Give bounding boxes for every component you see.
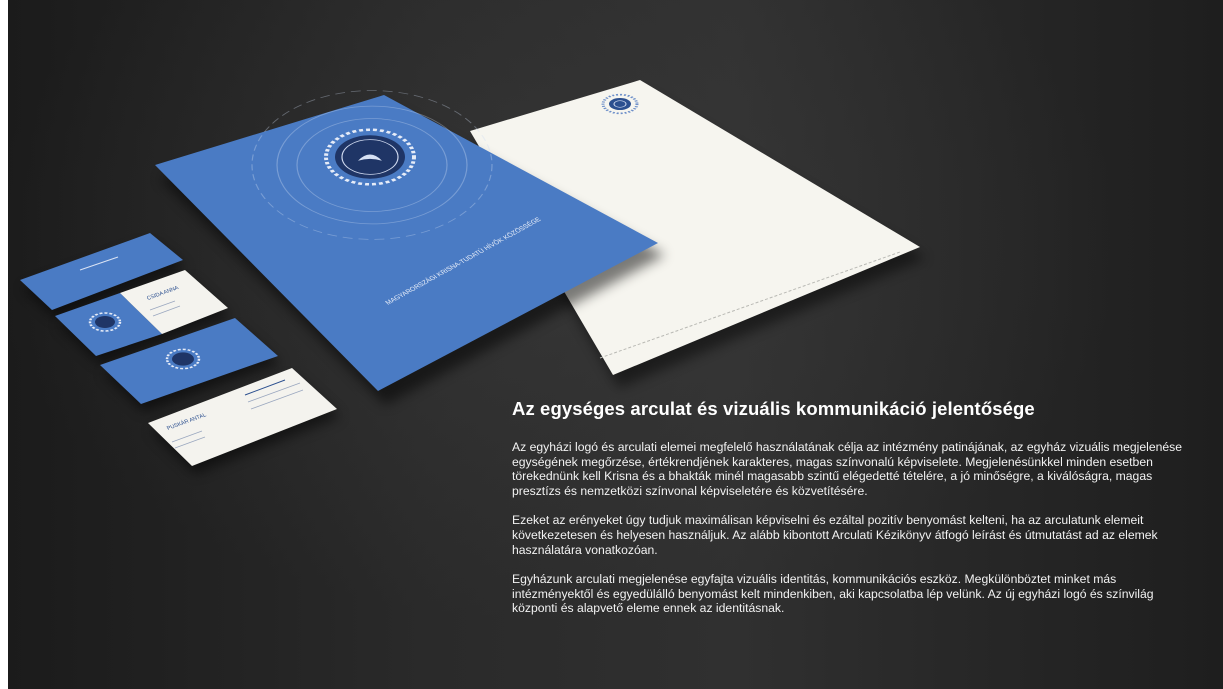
paragraph-2: Ezeket az erényeket úgy tudjuk maximális… — [512, 513, 1158, 557]
paragraph-3: Egyházunk arculati megjelenése egyfajta … — [512, 572, 1154, 616]
description-block: Az egységes arculat és vizuális kommunik… — [512, 397, 1192, 631]
section-heading: Az egységes arculat és vizuális kommunik… — [512, 398, 1035, 419]
paragraph-1: Az egyházi logó és arculati elemei megfe… — [512, 440, 1183, 498]
presentation-slide: MAGYARORSZÁGI KRISNA-TUDATÚ HÍVŐK KÖZÖSS… — [0, 0, 1223, 689]
